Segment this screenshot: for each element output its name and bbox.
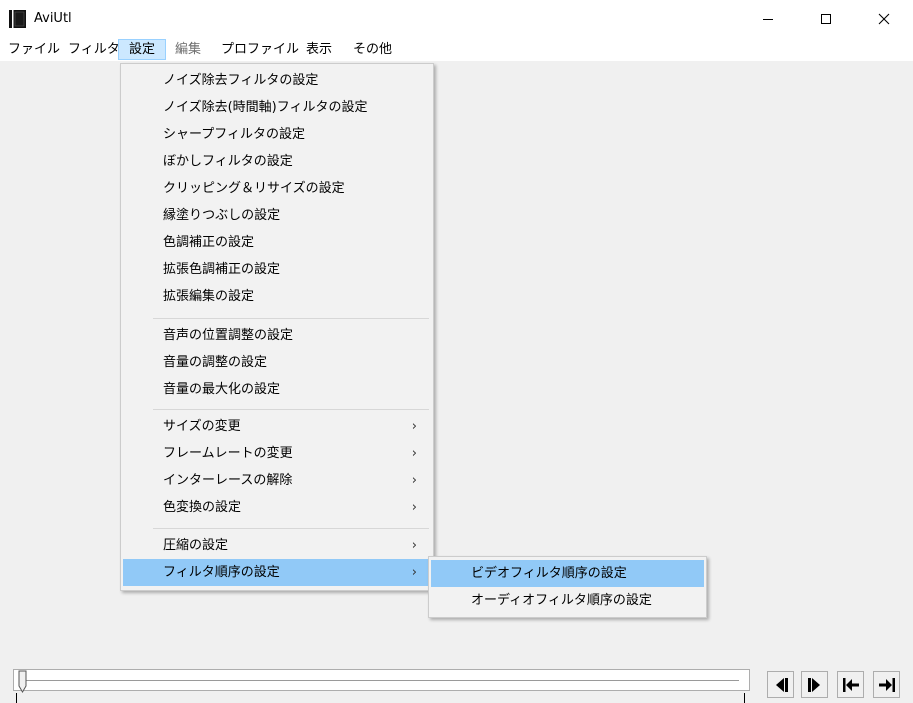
- submenu-arrow-icon: ›: [411, 446, 417, 461]
- menu-item-clipping-resize[interactable]: クリッピング＆リサイズの設定: [123, 175, 431, 202]
- minimize-button[interactable]: [739, 0, 797, 38]
- menu-item-audio-filter-order[interactable]: オーディオフィルタ順序の設定: [431, 587, 704, 614]
- maximize-button[interactable]: [797, 0, 855, 38]
- close-icon: [878, 13, 890, 25]
- menu-item-resize[interactable]: サイズの変更 ›: [123, 413, 431, 440]
- go-to-end-button[interactable]: [873, 671, 900, 698]
- menu-file[interactable]: ファイル: [3, 39, 65, 60]
- step-back-icon: [775, 677, 788, 692]
- menu-item-deinterlace[interactable]: インターレースの解除 ›: [123, 467, 431, 494]
- menu-profile[interactable]: プロファイル: [216, 39, 304, 60]
- slider-track: [24, 680, 739, 681]
- close-button[interactable]: [855, 0, 913, 38]
- submenu-arrow-icon: ›: [411, 419, 417, 434]
- menu-settings[interactable]: 設定: [118, 39, 166, 60]
- menu-item-compression[interactable]: 圧縮の設定 ›: [123, 532, 431, 559]
- menu-item-extended-color-correction[interactable]: 拡張色調補正の設定: [123, 256, 431, 283]
- menu-item-border-fill[interactable]: 縁塗りつぶしの設定: [123, 202, 431, 229]
- menu-item-frame-rate[interactable]: フレームレートの変更 ›: [123, 440, 431, 467]
- step-back-button[interactable]: [767, 671, 794, 698]
- menu-separator: [153, 528, 429, 529]
- menu-item-sharpen-filter[interactable]: シャープフィルタの設定: [123, 121, 431, 148]
- menu-item-audio-position[interactable]: 音声の位置調整の設定: [123, 322, 431, 349]
- menu-item-color-correction[interactable]: 色調補正の設定: [123, 229, 431, 256]
- go-to-start-button[interactable]: [837, 671, 864, 698]
- submenu-arrow-icon: ›: [411, 538, 417, 553]
- menu-item-volume-adjust[interactable]: 音量の調整の設定: [123, 349, 431, 376]
- go-to-start-icon: [842, 677, 859, 692]
- slider-tick: [744, 693, 745, 703]
- menu-item-extended-edit[interactable]: 拡張編集の設定: [123, 283, 431, 310]
- minimize-icon: [763, 19, 773, 20]
- menu-other[interactable]: その他: [348, 39, 397, 60]
- menu-separator: [153, 318, 429, 319]
- settings-dropdown-menu: ノイズ除去フィルタの設定 ノイズ除去(時間軸)フィルタの設定 シャープフィルタの…: [120, 63, 434, 591]
- menu-item-temporal-noise-filter[interactable]: ノイズ除去(時間軸)フィルタの設定: [123, 94, 431, 121]
- window-title: AviUtl: [34, 11, 72, 26]
- menu-filter[interactable]: フィルタ: [63, 39, 125, 60]
- step-forward-button[interactable]: [801, 671, 828, 698]
- maximize-icon: [821, 14, 831, 24]
- seek-slider[interactable]: [13, 669, 750, 694]
- slider-tick: [16, 693, 17, 703]
- menu-item-blur-filter[interactable]: ぼかしフィルタの設定: [123, 148, 431, 175]
- menu-item-filter-order[interactable]: フィルタ順序の設定 ›: [123, 559, 431, 586]
- aviutl-app-icon: [9, 10, 26, 28]
- menu-view[interactable]: 表示: [301, 39, 337, 60]
- menu-item-color-conversion[interactable]: 色変換の設定 ›: [123, 494, 431, 521]
- slider-thumb[interactable]: [18, 670, 29, 694]
- menu-bar: ファイル フィルタ 設定 編集 プロファイル 表示 その他: [0, 38, 913, 62]
- title-bar: AviUtl: [0, 0, 913, 38]
- submenu-arrow-icon: ›: [411, 500, 417, 515]
- menu-item-video-filter-order[interactable]: ビデオフィルタ順序の設定: [431, 560, 704, 587]
- menu-item-volume-maximize[interactable]: 音量の最大化の設定: [123, 376, 431, 403]
- filter-order-submenu: ビデオフィルタ順序の設定 オーディオフィルタ順序の設定: [428, 556, 707, 618]
- menu-separator: [153, 409, 429, 410]
- submenu-arrow-icon: ›: [411, 565, 417, 580]
- menu-item-noise-filter[interactable]: ノイズ除去フィルタの設定: [123, 67, 431, 94]
- go-to-end-icon: [878, 677, 895, 692]
- submenu-arrow-icon: ›: [411, 473, 417, 488]
- step-forward-icon: [807, 677, 820, 692]
- menu-edit[interactable]: 編集: [170, 39, 206, 60]
